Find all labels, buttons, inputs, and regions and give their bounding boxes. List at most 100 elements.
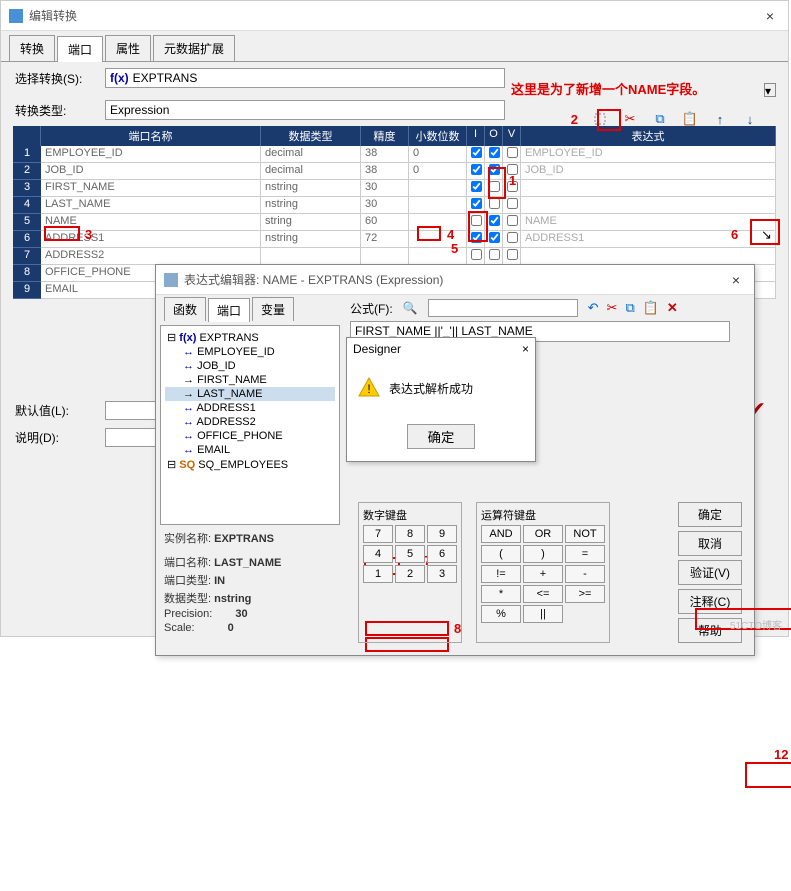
- close-icon[interactable]: ×: [760, 8, 780, 24]
- cb-v[interactable]: [507, 215, 518, 226]
- formula-label: 公式(F):: [350, 300, 393, 317]
- cb-i[interactable]: [471, 147, 482, 158]
- cb-v[interactable]: [507, 147, 518, 158]
- table-row[interactable]: 6 ADDRESS1 nstring 72 ADDRESS1: [13, 231, 776, 248]
- help-button[interactable]: 帮助: [678, 618, 742, 643]
- opkey[interactable]: OR: [523, 525, 563, 543]
- tab-transform[interactable]: 转换: [9, 35, 55, 61]
- subtab-ports[interactable]: 端口: [208, 298, 250, 322]
- opkey[interactable]: ): [523, 545, 563, 563]
- delete-icon[interactable]: ✕: [667, 300, 678, 316]
- cb-v[interactable]: [507, 249, 518, 260]
- cb-o[interactable]: [489, 249, 500, 260]
- cb-o[interactable]: [489, 181, 500, 192]
- trans-type-value: Expression: [110, 103, 169, 117]
- dlg-close-icon[interactable]: ×: [522, 342, 529, 356]
- expr-edit-arrow-icon[interactable]: ↘: [761, 227, 772, 243]
- numkey[interactable]: 7: [363, 525, 393, 543]
- cb-v[interactable]: [507, 198, 518, 209]
- tree-item-last-name[interactable]: LAST_NAME: [197, 388, 262, 400]
- cb-o[interactable]: [489, 232, 500, 243]
- table-row[interactable]: 2 JOB_ID decimal 38 0 JOB_ID: [13, 163, 776, 180]
- move-up-icon[interactable]: ↑: [712, 111, 728, 127]
- cancel-button[interactable]: 取消: [678, 531, 742, 556]
- opkey[interactable]: ||: [523, 605, 563, 623]
- opkey[interactable]: <=: [523, 585, 563, 603]
- cb-v[interactable]: [507, 232, 518, 243]
- tree-root-exptrans[interactable]: EXPTRANS: [199, 332, 258, 344]
- numkey[interactable]: 2: [395, 565, 425, 583]
- numkey[interactable]: 5: [395, 545, 425, 563]
- tree-item-first-name[interactable]: FIRST_NAME: [197, 374, 267, 386]
- subtab-funcs[interactable]: 函数: [164, 297, 206, 321]
- cb-i[interactable]: [471, 249, 482, 260]
- tree-root-sq[interactable]: SQ_EMPLOYEES: [198, 459, 288, 471]
- tree-item[interactable]: ADDRESS2: [196, 416, 255, 428]
- subtab-vars[interactable]: 变量: [252, 297, 294, 321]
- dlg-ok-button[interactable]: 确定: [407, 424, 476, 449]
- opkey[interactable]: +: [523, 565, 563, 583]
- hdr-v: V: [503, 126, 521, 146]
- hdr-name: 端口名称: [41, 126, 261, 146]
- numkey[interactable]: 4: [363, 545, 393, 563]
- paste-icon[interactable]: 📋: [682, 111, 698, 127]
- cb-o[interactable]: [489, 147, 500, 158]
- opkey[interactable]: !=: [481, 565, 521, 583]
- table-row[interactable]: 5 NAME string 60 NAME: [13, 214, 776, 231]
- tab-metadata[interactable]: 元数据扩展: [153, 35, 235, 61]
- cb-o[interactable]: [489, 198, 500, 209]
- tree-item[interactable]: EMAIL: [197, 444, 230, 456]
- paste2-icon[interactable]: 📋: [643, 300, 659, 316]
- opkey[interactable]: =: [565, 545, 605, 563]
- opkey[interactable]: -: [565, 565, 605, 583]
- numkey[interactable]: 9: [427, 525, 457, 543]
- tree-item[interactable]: JOB_ID: [197, 360, 236, 372]
- cb-i[interactable]: [471, 232, 482, 243]
- table-row[interactable]: 1 EMPLOYEE_ID decimal 38 0 EMPLOYEE_ID: [13, 146, 776, 163]
- label-default: 默认值(L):: [15, 402, 105, 419]
- binoculars-icon[interactable]: 🔍: [403, 301, 418, 315]
- formula-dropdown[interactable]: [428, 299, 578, 317]
- cb-o[interactable]: [489, 164, 500, 175]
- table-row[interactable]: 4 LAST_NAME nstring 30: [13, 197, 776, 214]
- opkey[interactable]: NOT: [565, 525, 605, 543]
- add-port-icon[interactable]: [592, 111, 608, 127]
- cb-i[interactable]: [471, 215, 482, 226]
- tree-item[interactable]: ADDRESS1: [196, 402, 255, 414]
- info-inst: EXPTRANS: [214, 533, 274, 545]
- numkey[interactable]: 3: [427, 565, 457, 583]
- numkey[interactable]: 8: [395, 525, 425, 543]
- opkey[interactable]: (: [481, 545, 521, 563]
- tree-item[interactable]: OFFICE_PHONE: [197, 430, 283, 442]
- tab-props[interactable]: 属性: [105, 35, 151, 61]
- table-row[interactable]: 7 ADDRESS2: [13, 248, 776, 265]
- expr-close-icon[interactable]: ×: [726, 272, 746, 288]
- opkey[interactable]: %: [481, 605, 521, 623]
- select-trans-field[interactable]: f(x) EXPTRANS: [105, 68, 505, 88]
- move-down-icon[interactable]: ↓: [742, 111, 758, 127]
- ok-button[interactable]: 确定: [678, 502, 742, 527]
- numkey[interactable]: 6: [427, 545, 457, 563]
- cb-i[interactable]: [471, 198, 482, 209]
- cut2-icon[interactable]: ✂: [607, 300, 618, 316]
- tree-item[interactable]: EMPLOYEE_ID: [197, 346, 275, 358]
- copy-icon[interactable]: ⧉: [652, 111, 668, 127]
- numkey[interactable]: 1: [363, 565, 393, 583]
- undo-icon[interactable]: ↶: [588, 300, 599, 316]
- note-3: 3: [85, 227, 92, 242]
- cb-i[interactable]: [471, 164, 482, 175]
- cut-icon[interactable]: ✂: [622, 111, 638, 127]
- cb-o[interactable]: [489, 215, 500, 226]
- dropdown-arrow[interactable]: ▾: [764, 83, 776, 97]
- comment-button[interactable]: 注释(C): [678, 589, 742, 614]
- cb-i[interactable]: [471, 181, 482, 192]
- tab-ports[interactable]: 端口: [57, 36, 103, 62]
- opkey[interactable]: >=: [565, 585, 605, 603]
- opkey[interactable]: *: [481, 585, 521, 603]
- info-prec-label: Precision:: [164, 608, 212, 620]
- hdr-scale: 小数位数: [409, 126, 467, 146]
- opkey[interactable]: AND: [481, 525, 521, 543]
- validate-button[interactable]: 验证(V): [678, 560, 742, 585]
- copy2-icon[interactable]: ⧉: [625, 300, 634, 316]
- table-row[interactable]: 3 FIRST_NAME nstring 30: [13, 180, 776, 197]
